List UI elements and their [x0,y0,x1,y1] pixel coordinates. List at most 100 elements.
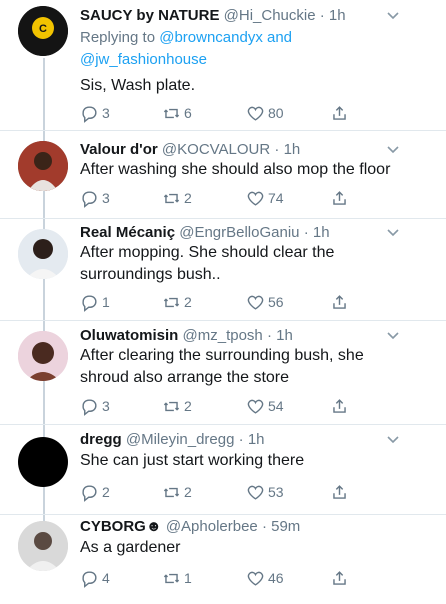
avatar[interactable] [18,437,68,487]
chevron-down-icon[interactable] [384,141,402,159]
reply-button[interactable]: 3 [80,189,110,208]
reply-count: 3 [102,398,110,414]
replying-to-label: Replying to [80,29,156,46]
share-icon [333,485,346,499]
reply-count: 3 [102,105,110,121]
chevron-down-icon[interactable] [384,431,402,449]
retweet-button[interactable]: 2 [162,483,192,502]
tweet-text: She can just start working there [80,452,305,469]
like-button[interactable]: 53 [246,483,284,502]
like-count: 54 [268,398,284,414]
chevron-down-icon[interactable] [384,327,402,345]
avatar[interactable]: C [18,6,68,56]
tweet-1[interactable]: C SAUCY by NATURE @Hi_Chuckie · 1h Reply… [0,0,446,130]
user-handle[interactable]: @Hi_Chuckie [224,7,316,24]
reply-count: 3 [102,190,110,206]
user-handle[interactable]: @Apholerbee [166,518,258,535]
reply-button[interactable]: 3 [80,397,110,416]
like-button[interactable]: 80 [246,104,284,123]
reply-button[interactable]: 4 [80,569,110,588]
user-handle[interactable]: @EngrBelloGaniu [179,224,299,241]
display-name[interactable]: Real Mécaniç [80,224,175,241]
heart-icon [247,295,264,310]
user-handle[interactable]: @Mileyin_dregg [126,431,235,448]
separator-dot: · [238,431,244,448]
reply-count: 2 [102,484,110,500]
avatar[interactable] [18,331,68,381]
reply-button[interactable]: 3 [80,104,110,123]
like-count: 53 [268,484,284,500]
tweet-5[interactable]: dregg @Mileyin_dregg · 1h She can just s… [0,424,446,515]
share-icon [333,295,346,309]
avatar[interactable] [18,141,68,191]
timestamp[interactable]: 1h [284,141,301,158]
share-button[interactable] [330,293,352,312]
share-button[interactable] [330,104,352,123]
display-name[interactable]: Valour d'or [80,141,158,158]
reply-icon [82,295,97,312]
reply-button[interactable]: 2 [80,483,110,502]
share-button[interactable] [330,569,352,588]
retweet-icon [163,108,180,119]
avatar[interactable] [18,229,68,279]
reply-icon [82,191,97,208]
retweet-count: 1 [184,570,192,586]
share-icon [333,399,346,413]
share-button[interactable] [330,189,352,208]
tweet-text-line: surroundings bush.. [80,266,221,283]
share-button[interactable] [330,483,352,502]
retweet-count: 2 [184,190,192,206]
tweet-6[interactable]: CYBORG☻ @Apholerbee · 59m As a gardener … [0,514,446,604]
timestamp[interactable]: 1h [313,224,330,241]
mention-link[interactable]: @jw_fashionhouse [80,51,207,68]
tweet-text: Sis, Wash plate. [80,77,196,94]
timestamp[interactable]: 59m [271,518,300,535]
timestamp[interactable]: 1h [276,327,293,344]
retweet-icon [163,297,180,308]
like-count: 46 [268,570,284,586]
display-name[interactable]: SAUCY by NATURE [80,7,219,24]
display-name[interactable]: dregg [80,431,122,448]
retweet-icon [163,487,180,498]
tweet-text-line: shroud also arrange the store [80,369,290,386]
display-name[interactable]: CYBORG [80,518,146,535]
share-icon [333,106,346,120]
timestamp[interactable]: 1h [329,7,346,24]
retweet-icon [163,401,180,412]
share-icon [333,571,346,585]
retweet-button[interactable]: 1 [162,569,192,588]
mention-link[interactable]: @browncandyx [159,29,263,46]
chevron-down-icon[interactable] [384,7,402,25]
retweet-button[interactable]: 2 [162,293,192,312]
reply-button[interactable]: 1 [80,293,110,312]
retweet-button[interactable]: 2 [162,397,192,416]
like-button[interactable]: 56 [246,293,284,312]
like-button[interactable]: 54 [246,397,284,416]
reply-count: 4 [102,570,110,586]
tweet-text-line: After clearing the surrounding bush, she [80,347,364,364]
separator-dot: · [303,224,309,241]
avatar[interactable] [18,521,68,571]
like-button[interactable]: 46 [246,569,284,588]
retweet-button[interactable]: 2 [162,189,192,208]
timestamp[interactable]: 1h [248,431,265,448]
retweet-icon [163,193,180,204]
user-handle[interactable]: @KOCVALOUR [162,141,270,158]
retweet-count: 2 [184,294,192,310]
separator-dot: · [266,327,272,344]
chevron-down-icon[interactable] [384,224,402,242]
tweet-text: After washing she should also mop the fl… [80,161,391,178]
tweet-2[interactable]: Valour d'or @KOCVALOUR · 1h After washin… [0,130,446,219]
replying-joiner: and [267,29,293,46]
retweet-count: 2 [184,484,192,500]
tweet-3[interactable]: Real Mécaniç @EngrBelloGaniu · 1h After … [0,218,446,321]
retweet-button[interactable]: 6 [162,104,192,123]
svg-text:C: C [39,23,47,35]
user-handle[interactable]: @mz_tposh [183,327,263,344]
tweet-4[interactable]: Oluwatomisin @mz_tposh · 1h After cleari… [0,320,446,425]
separator-dot: · [261,518,267,535]
reply-count: 1 [102,294,110,310]
like-button[interactable]: 74 [246,189,284,208]
display-name[interactable]: Oluwatomisin [80,327,178,344]
share-button[interactable] [330,397,352,416]
